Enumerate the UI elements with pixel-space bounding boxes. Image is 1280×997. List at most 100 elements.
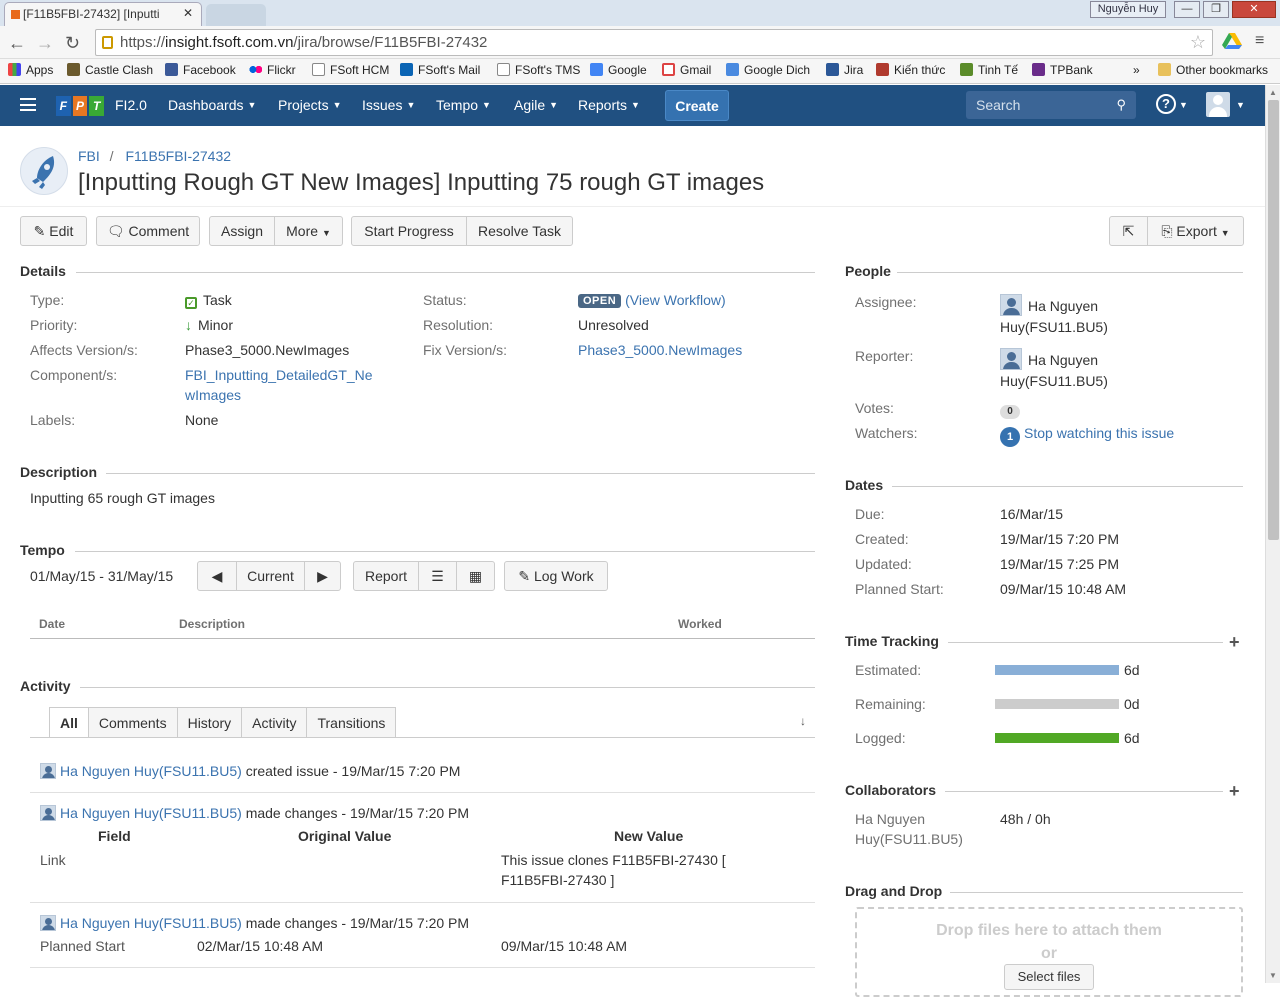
forward-icon[interactable]: → <box>36 33 54 54</box>
reporter-value[interactable]: Ha Nguyen <box>1000 348 1098 370</box>
share-icon[interactable]: ⇱ <box>1110 217 1147 245</box>
export-button[interactable]: ⎘ Export ▼ <box>1147 217 1243 245</box>
previous-icon[interactable]: ◀ <box>198 562 236 590</box>
watchers-badge[interactable]: 1 <box>1000 427 1020 447</box>
google-drive-icon[interactable] <box>1222 33 1242 49</box>
bookmark-item[interactable]: Apps <box>8 63 53 77</box>
nav-agile[interactable]: Agile ▼ <box>514 97 558 113</box>
scroll-down-icon[interactable]: ▼ <box>1269 971 1277 980</box>
time-tracking-heading[interactable]: Time Tracking <box>845 633 939 649</box>
bookmark-item[interactable]: FSoft's TMS <box>497 63 580 77</box>
bookmark-item[interactable]: Castle Clash <box>67 63 153 77</box>
bookmark-item[interactable]: FSoft's Mail <box>400 63 480 77</box>
bookmark-item[interactable]: Flickr <box>249 63 296 77</box>
other-bookmarks[interactable]: Other bookmarks <box>1158 63 1268 77</box>
bookmark-star-icon[interactable]: ☆ <box>1190 32 1206 53</box>
url-input[interactable]: https://insight.fsoft.com.vn/jira/browse… <box>95 29 1213 56</box>
search-icon[interactable]: ⚲ <box>1116 97 1126 113</box>
plus-icon[interactable]: + <box>1229 781 1240 802</box>
bookmark-item[interactable]: Google <box>590 63 647 77</box>
assignee-value[interactable]: Huy(FSU11.BU5) <box>1000 319 1108 335</box>
chevron-down-icon[interactable]: ▼ <box>1236 100 1245 110</box>
plus-icon[interactable]: + <box>1229 632 1240 653</box>
bookmark-item[interactable]: Gmail <box>662 63 711 77</box>
assignee-value[interactable]: Ha Nguyen <box>1000 294 1098 316</box>
dates-heading[interactable]: Dates <box>845 477 883 493</box>
scroll-up-icon[interactable]: ▲ <box>1269 88 1277 97</box>
bookmark-item[interactable]: Facebook <box>165 63 236 77</box>
drop-zone[interactable]: Drop files here to attach them or Select… <box>855 907 1243 997</box>
tempo-heading[interactable]: Tempo <box>20 542 65 558</box>
user-link[interactable]: Ha Nguyen Huy(FSU11.BU5) <box>60 805 242 821</box>
tab-transitions[interactable]: Transitions <box>307 707 397 738</box>
current-period-button[interactable]: Current <box>236 562 304 590</box>
bookmark-item[interactable]: FSoft HCM <box>312 63 389 77</box>
user-link[interactable]: Ha Nguyen Huy(FSU11.BU5) <box>60 763 242 779</box>
list-view-icon[interactable]: ☰ <box>418 562 456 590</box>
breadcrumb-project[interactable]: FBI <box>78 148 100 164</box>
collaborators-heading[interactable]: Collaborators <box>845 782 936 798</box>
close-tab-icon[interactable]: ✕ <box>183 6 193 20</box>
fix-version-link[interactable]: Phase3_5000.NewImages <box>578 342 742 358</box>
bookmark-item[interactable]: Tinh Tế <box>960 63 1018 77</box>
reload-icon[interactable]: ↻ <box>65 33 80 54</box>
user-avatar[interactable] <box>1206 92 1230 117</box>
report-button[interactable]: Report <box>354 562 418 590</box>
reporter-value[interactable]: Huy(FSU11.BU5) <box>1000 373 1108 389</box>
bookmarks-overflow[interactable]: » <box>1133 63 1140 77</box>
profile-button[interactable]: Nguyễn Huy <box>1090 1 1166 18</box>
log-work-button[interactable]: ✎ Log Work <box>504 561 608 591</box>
select-files-button[interactable]: Select files <box>1004 964 1094 990</box>
grid-view-icon[interactable]: ▦ <box>456 562 494 590</box>
user-link[interactable]: Ha Nguyen Huy(FSU11.BU5) <box>60 915 242 931</box>
create-button[interactable]: Create <box>665 90 729 121</box>
browser-menu-icon[interactable]: ≡ <box>1255 32 1264 50</box>
more-button[interactable]: More ▼ <box>274 217 342 245</box>
next-icon[interactable]: ▶ <box>304 562 340 590</box>
nav-projects[interactable]: Projects ▼ <box>278 97 342 113</box>
tab-history[interactable]: History <box>177 707 243 738</box>
fpt-logo[interactable]: F P T <box>56 96 105 116</box>
restore-icon[interactable]: ❐ <box>1203 1 1229 18</box>
component-link[interactable]: FBI_Inputting_DetailedGT_Ne <box>185 367 373 383</box>
votes-value[interactable]: 0 <box>1000 401 1020 419</box>
comment-button[interactable]: 🗨︎ Comment <box>96 216 200 246</box>
bookmark-item[interactable]: Kiến thức <box>876 63 945 77</box>
bookmark-item[interactable]: TPBank <box>1032 63 1093 77</box>
project-avatar[interactable] <box>20 147 68 195</box>
nav-tempo[interactable]: Tempo ▼ <box>436 97 491 113</box>
minimize-icon[interactable]: — <box>1174 1 1200 18</box>
app-switcher-icon[interactable] <box>20 98 36 111</box>
assign-button[interactable]: Assign <box>210 217 274 245</box>
browser-tab[interactable]: [F11B5FBI-27432] [Inputti ✕ <box>4 2 202 26</box>
bookmark-item[interactable]: Google Dich <box>726 63 810 77</box>
window-close-icon[interactable]: ✕ <box>1232 1 1276 18</box>
page-scrollbar[interactable]: ▲ ▼ <box>1265 85 1280 983</box>
people-heading[interactable]: People <box>845 263 891 279</box>
edit-button[interactable]: ✎ Edit <box>20 216 87 246</box>
component-link[interactable]: wImages <box>185 387 241 403</box>
tab-activity[interactable]: Activity <box>242 707 308 738</box>
browser-tab-inactive[interactable] <box>206 4 266 26</box>
bookmark-item[interactable]: Jira <box>826 63 863 77</box>
search-input[interactable]: Search ⚲ <box>966 91 1136 119</box>
start-progress-button[interactable]: Start Progress <box>352 217 466 245</box>
tab-comments[interactable]: Comments <box>88 707 178 738</box>
drag-drop-heading[interactable]: Drag and Drop <box>845 883 942 899</box>
nav-issues[interactable]: Issues ▼ <box>362 97 415 113</box>
description-heading[interactable]: Description <box>20 464 97 480</box>
scroll-thumb[interactable] <box>1268 100 1279 540</box>
help-icon[interactable]: ? <box>1156 94 1176 114</box>
issue-title[interactable]: [Inputting Rough GT New Images] Inputtin… <box>78 169 764 197</box>
back-icon[interactable]: ← <box>8 33 26 54</box>
tab-all[interactable]: All <box>49 707 89 738</box>
description-text[interactable]: Inputting 65 rough GT images <box>30 490 215 506</box>
stop-watching-link[interactable]: Stop watching this issue <box>1024 425 1174 441</box>
chevron-down-icon[interactable]: ▼ <box>1179 100 1188 110</box>
resolve-task-button[interactable]: Resolve Task <box>466 217 572 245</box>
details-heading[interactable]: Details <box>20 263 66 279</box>
app-name[interactable]: FI2.0 <box>115 97 147 113</box>
labels-value[interactable]: None <box>185 412 218 428</box>
breadcrumb-issue-key[interactable]: F11B5FBI-27432 <box>125 148 231 164</box>
view-workflow-link[interactable]: View Workflow <box>630 292 721 308</box>
